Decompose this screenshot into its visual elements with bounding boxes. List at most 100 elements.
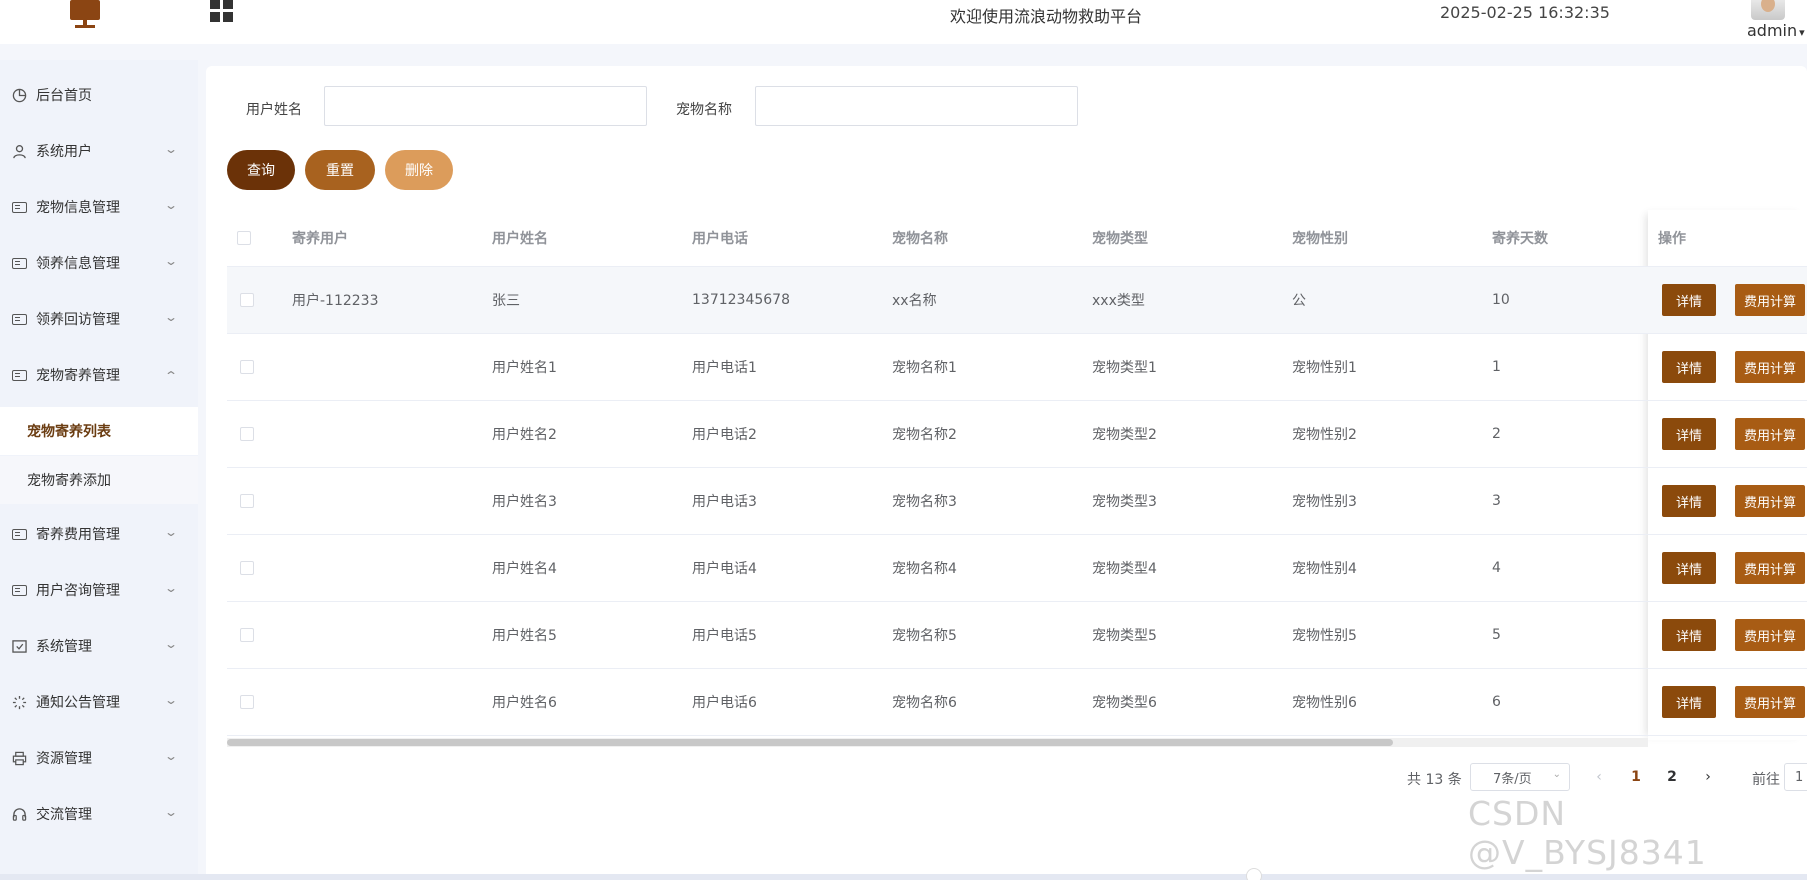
column-header: 操作 xyxy=(1658,231,1686,247)
table-row: 用户姓名6 用户电话6 宠物名称6 宠物类型6 宠物性别6 6 详情 费用计算 xyxy=(227,669,1807,736)
chevron-down-icon: ⌄ xyxy=(163,637,179,651)
main-panel: 用户姓名 宠物名称 查询 重置 删除 寄养用户 用户姓名 用户电话 宠物名称 宠… xyxy=(206,66,1807,880)
row-checkbox[interactable] xyxy=(240,628,254,642)
pagination-total: 共 13 条 xyxy=(1407,772,1462,788)
table-row: 用户姓名4 用户电话4 宠物名称4 宠物类型4 宠物性别4 4 详情 费用计算 xyxy=(227,535,1807,602)
table-cell-type: 宠物类型6 xyxy=(1092,695,1157,711)
sidebar-subitem-boarding-list[interactable]: 宠物寄养列表 xyxy=(0,407,198,455)
sidebar-item-pet-boarding[interactable]: 宠物寄养管理 ⌃ xyxy=(0,355,198,395)
table-cell-gender: 公 xyxy=(1292,293,1306,309)
table-row: 用户姓名5 用户电话5 宠物名称5 宠物类型5 宠物性别5 5 详情 费用计算 xyxy=(227,602,1807,669)
header-datetime: 2025-02-25 16:32:35 xyxy=(1440,3,1610,22)
row-select-cell xyxy=(240,267,254,333)
reset-button[interactable]: 重置 xyxy=(305,150,375,190)
sidebar-item-user-consult[interactable]: 用户咨询管理 ⌄ xyxy=(0,570,198,610)
fee-calc-button[interactable]: 费用计算 xyxy=(1735,619,1805,651)
detail-button[interactable]: 详情 xyxy=(1662,485,1716,517)
chevron-down-icon: ⌄ xyxy=(163,749,179,763)
sidebar-item-home[interactable]: 后台首页 xyxy=(0,75,198,115)
sidebar-item-system-mgmt[interactable]: 系统管理 ⌄ xyxy=(0,626,198,666)
table-cell-gender: 宠物性别6 xyxy=(1292,695,1357,711)
detail-button[interactable]: 详情 xyxy=(1662,619,1716,651)
sidebar-item-adoption-visit[interactable]: 领养回访管理 ⌄ xyxy=(0,299,198,339)
detail-button[interactable]: 详情 xyxy=(1662,284,1716,316)
chevron-down-icon: ▾ xyxy=(1799,26,1805,39)
row-select-cell xyxy=(240,535,254,601)
scrollbar-thumb[interactable] xyxy=(227,739,1393,746)
table-cell-days: 3 xyxy=(1492,493,1501,509)
table-cell-gender: 宠物性别4 xyxy=(1292,561,1357,577)
page-1-button[interactable]: 1 xyxy=(1623,763,1649,791)
detail-button[interactable]: 详情 xyxy=(1662,351,1716,383)
chevron-down-icon: ⌄ xyxy=(163,142,179,156)
horizontal-scrollbar[interactable] xyxy=(227,738,1648,747)
fee-calc-button[interactable]: 费用计算 xyxy=(1735,552,1805,584)
sidebar-item-label: 领养回访管理 xyxy=(36,312,120,328)
page-size-select[interactable]: 7条/页 ⌄ xyxy=(1470,763,1570,791)
pagination-jump-input[interactable]: 1 xyxy=(1784,763,1807,791)
card-icon xyxy=(11,311,27,327)
sidebar-item-adoption-info[interactable]: 领养信息管理 ⌄ xyxy=(0,243,198,283)
sidebar-item-exchange[interactable]: 交流管理 ⌄ xyxy=(0,794,198,834)
select-all-checkbox[interactable] xyxy=(237,231,251,245)
fee-calc-button[interactable]: 费用计算 xyxy=(1735,351,1805,383)
headset-icon xyxy=(11,806,27,822)
pet-name-search-input[interactable] xyxy=(755,86,1078,126)
column-header: 宠物名称 xyxy=(892,231,948,247)
sidebar-item-label: 宠物信息管理 xyxy=(36,200,120,216)
detail-button[interactable]: 详情 xyxy=(1662,418,1716,450)
row-checkbox[interactable] xyxy=(240,695,254,709)
sidebar-item-label: 资源管理 xyxy=(36,751,92,767)
query-button[interactable]: 查询 xyxy=(227,150,295,190)
table-cell-name: 用户姓名3 xyxy=(492,494,557,510)
fee-calc-button[interactable]: 费用计算 xyxy=(1735,686,1805,718)
fee-calc-button[interactable]: 费用计算 xyxy=(1735,418,1805,450)
page-2-button[interactable]: 2 xyxy=(1659,763,1685,791)
user-icon xyxy=(11,143,27,159)
detail-button[interactable]: 详情 xyxy=(1662,686,1716,718)
prev-page-button[interactable]: ‹ xyxy=(1587,763,1611,791)
fee-calc-button[interactable]: 费用计算 xyxy=(1735,485,1805,517)
scroll-handle[interactable] xyxy=(1246,868,1262,880)
logo-monitor-icon xyxy=(68,0,102,28)
table-cell-phone: 用户电话6 xyxy=(692,695,757,711)
table-cell-user: 用户-112233 xyxy=(292,293,379,309)
table-cell-gender: 宠物性别1 xyxy=(1292,360,1357,376)
row-checkbox[interactable] xyxy=(240,494,254,508)
user-name-search-input[interactable] xyxy=(324,86,647,126)
row-checkbox[interactable] xyxy=(240,427,254,441)
avatar[interactable] xyxy=(1751,0,1785,20)
user-menu[interactable]: admin ▾ xyxy=(1747,21,1805,40)
table-cell-pet: 宠物名称3 xyxy=(892,494,957,510)
table-row: 用户姓名1 用户电话1 宠物名称1 宠物类型1 宠物性别1 1 详情 费用计算 xyxy=(227,334,1807,401)
sidebar-item-label: 系统用户 xyxy=(36,144,92,160)
next-page-button[interactable]: › xyxy=(1696,763,1720,791)
column-header: 寄养用户 xyxy=(292,231,348,247)
delete-button[interactable]: 删除 xyxy=(385,150,453,190)
loading-icon xyxy=(11,694,27,710)
row-checkbox[interactable] xyxy=(240,293,254,307)
table-cell-name: 用户姓名4 xyxy=(492,561,557,577)
table-cell-phone: 用户电话2 xyxy=(692,427,757,443)
bottom-scrollbar[interactable] xyxy=(0,874,1807,880)
card-icon xyxy=(11,199,27,215)
sidebar-item-pet-info[interactable]: 宠物信息管理 ⌄ xyxy=(0,187,198,227)
sidebar-item-resources[interactable]: 资源管理 ⌄ xyxy=(0,738,198,778)
sidebar-item-boarding-fee[interactable]: 寄养费用管理 ⌄ xyxy=(0,514,198,554)
sidebar-item-system-users[interactable]: 系统用户 ⌄ xyxy=(0,131,198,171)
sidebar: 后台首页 系统用户 ⌄ 宠物信息管理 ⌄ 领养信息管理 ⌄ 领养回访管理 ⌄ 宠… xyxy=(0,60,198,880)
chevron-down-icon: ⌄ xyxy=(163,805,179,819)
row-checkbox[interactable] xyxy=(240,561,254,575)
detail-button[interactable]: 详情 xyxy=(1662,552,1716,584)
sidebar-subitem-boarding-add[interactable]: 宠物寄养添加 xyxy=(0,456,198,504)
row-checkbox[interactable] xyxy=(240,360,254,374)
sidebar-item-label: 后台首页 xyxy=(36,88,92,104)
sidebar-item-notice[interactable]: 通知公告管理 ⌄ xyxy=(0,682,198,722)
table-cell-pet: xx名称 xyxy=(892,293,937,309)
chevron-down-icon: ⌄ xyxy=(163,693,179,707)
fee-calc-button[interactable]: 费用计算 xyxy=(1735,284,1805,316)
table-cell-phone: 用户电话5 xyxy=(692,628,757,644)
grid-menu-icon[interactable] xyxy=(210,0,234,22)
sidebar-item-label: 交流管理 xyxy=(36,807,92,823)
table-cell-name: 用户姓名6 xyxy=(492,695,557,711)
